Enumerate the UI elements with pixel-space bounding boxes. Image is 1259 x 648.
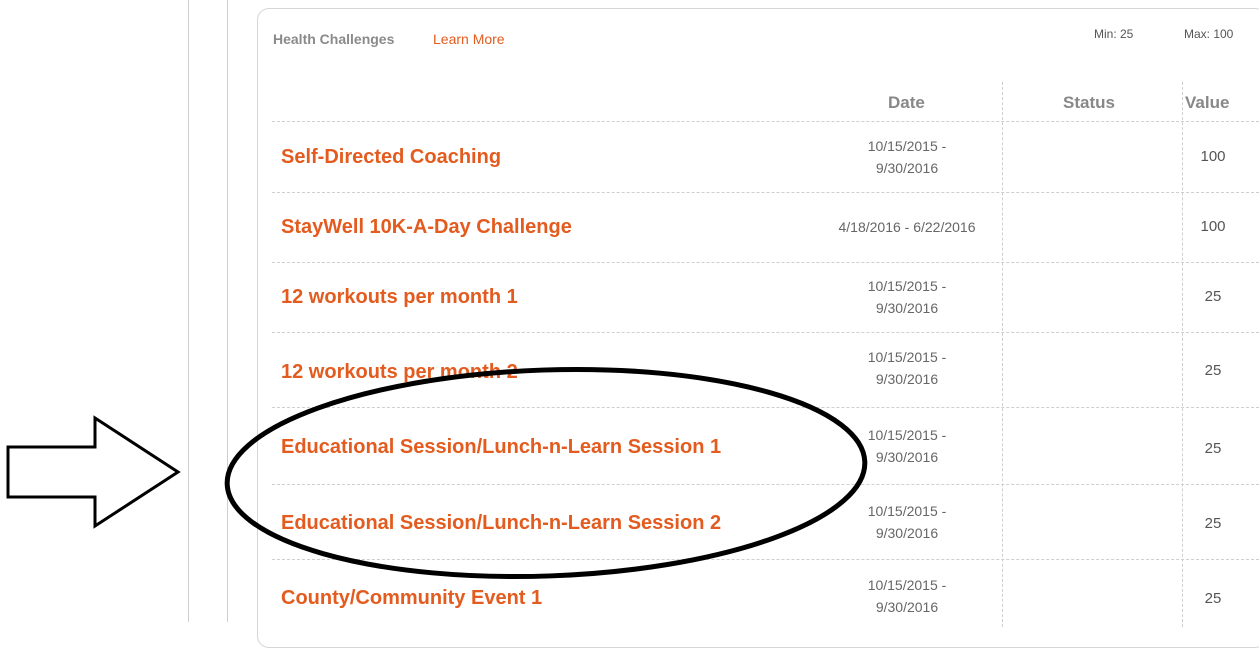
annotation-ellipse [224,366,868,580]
annotation-overlay [6,366,868,580]
annotation-arrow-icon [6,415,181,529]
